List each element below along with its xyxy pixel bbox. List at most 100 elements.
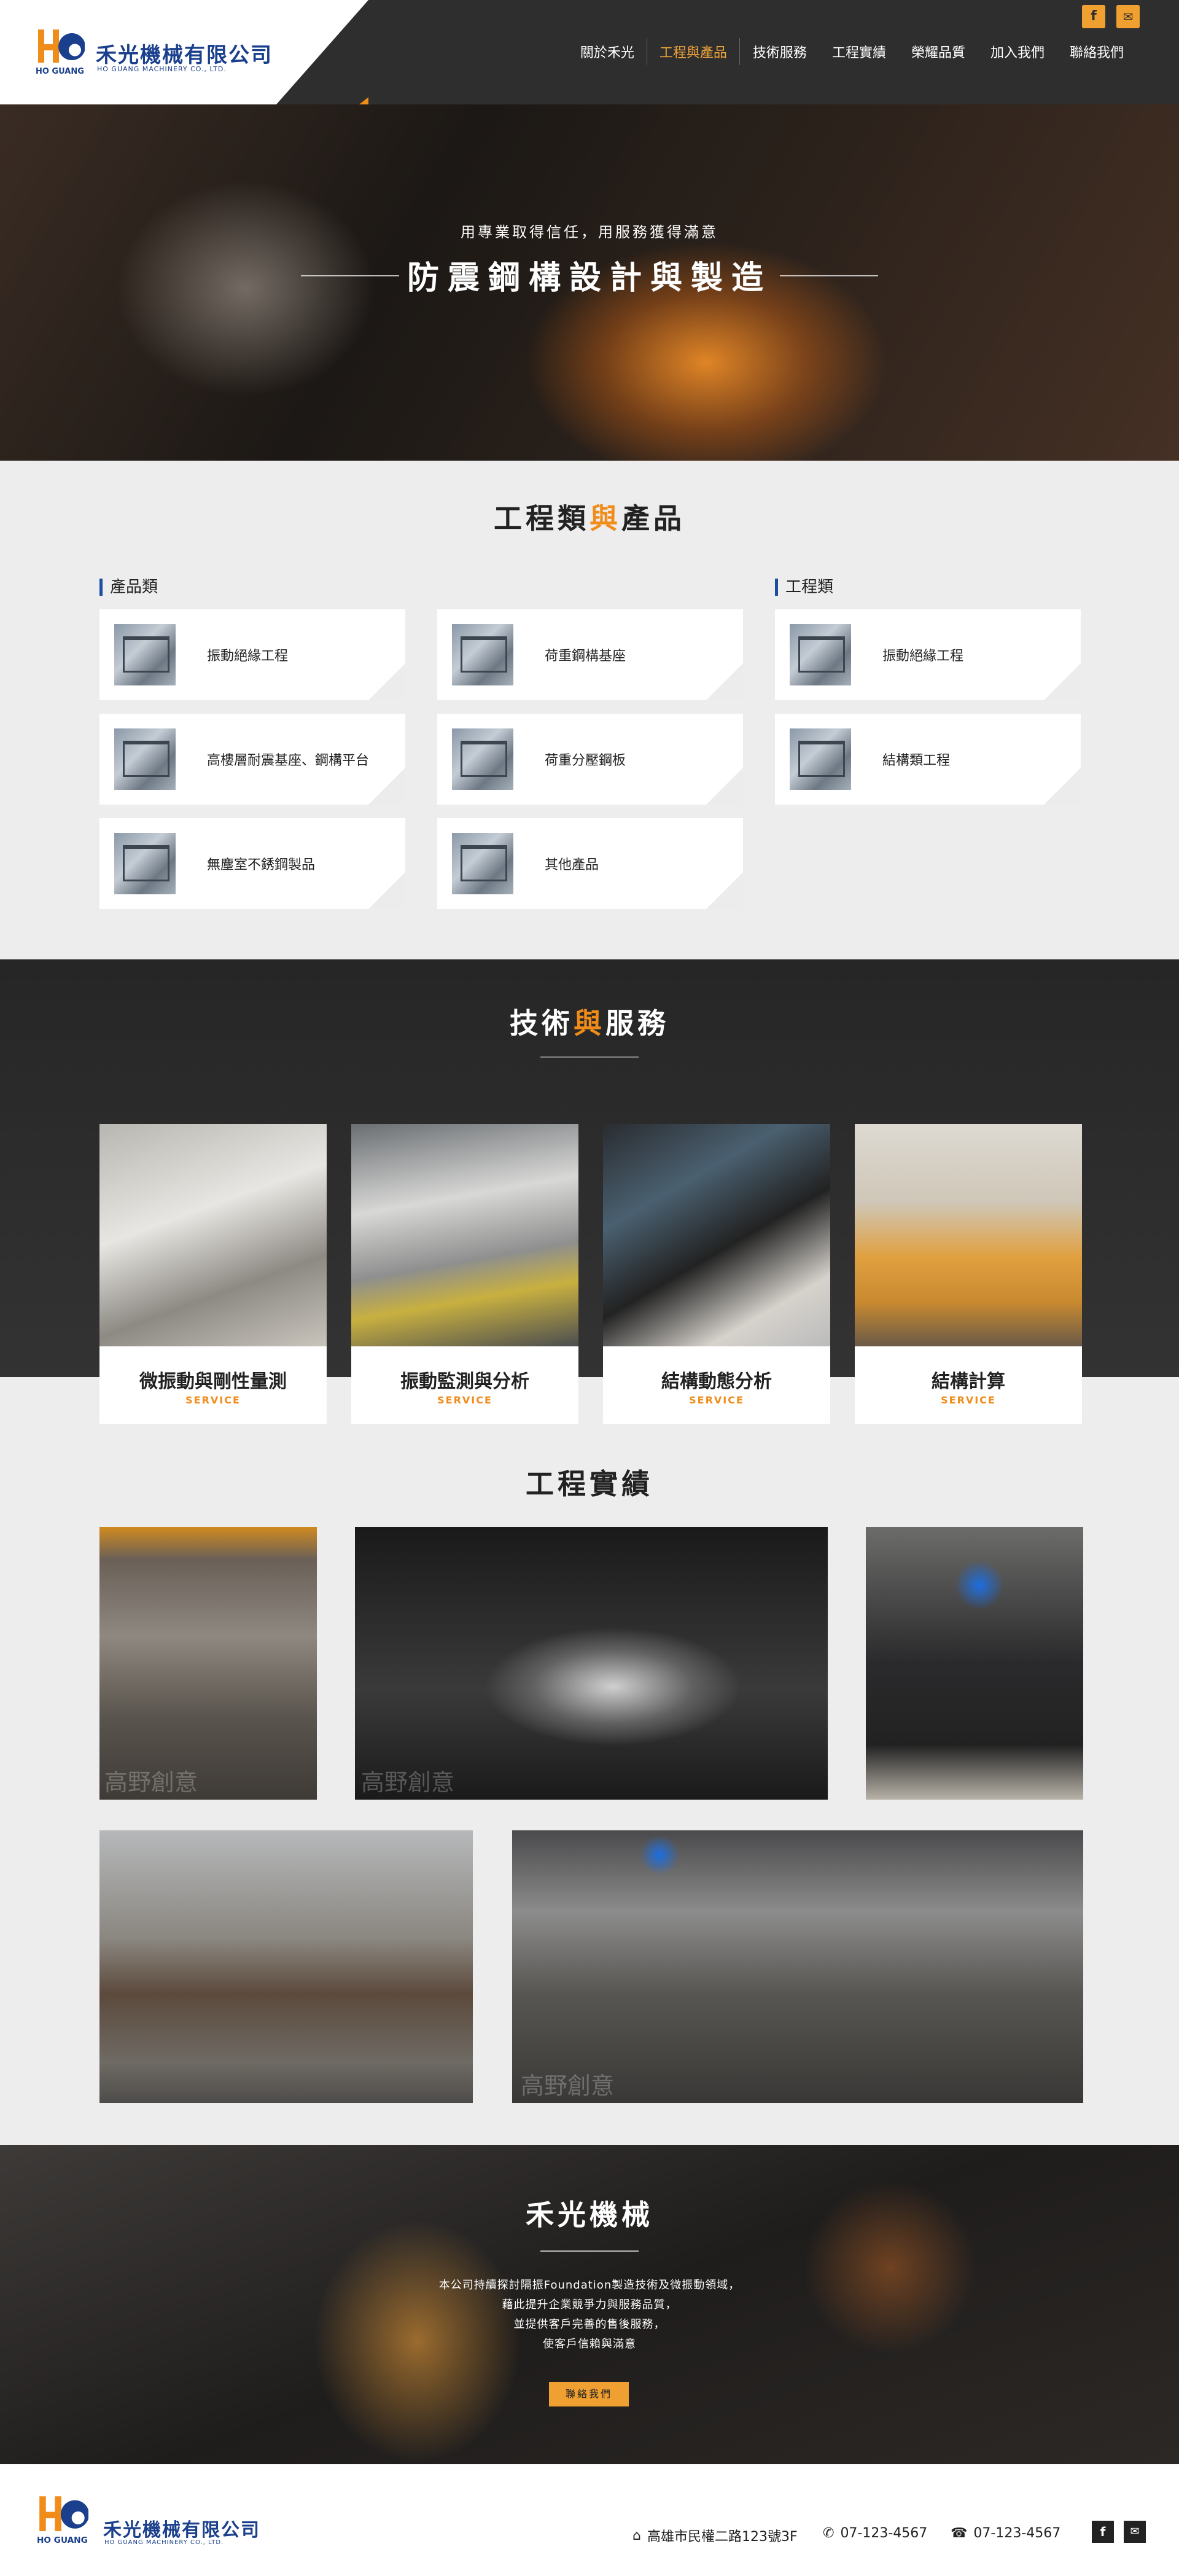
service-card[interactable]: 結構動態分析 SERVICE [603,1124,830,1424]
footer-company-name-en: HO GUANG MACHINERY CO., LTD. [104,2539,224,2546]
project-photo[interactable]: 高野創意 [99,1527,317,1800]
footer-address: ⌂ 高雄市民權二路123號3F [632,2526,798,2545]
engineering-thumbnail [790,728,851,790]
product-card[interactable]: 高樓層耐震基座、鋼構平台 [99,714,405,805]
service-title: 振動監測與分析 [400,1371,529,1392]
card-corner [368,768,405,805]
card-corner [368,872,405,909]
nav-technical-services[interactable]: 技術服務 [740,38,819,65]
about-line-1: 本公司持續探討隔振Foundation製造技術及微振動領域， [438,2279,741,2292]
main-nav: 關於禾光 工程與產品 技術服務 工程實績 榮耀品質 加入我們 聯絡我們 [567,38,1136,65]
product-thumbnail [114,833,176,894]
product-card[interactable]: 無塵室不銹鋼製品 [99,818,405,909]
home-icon: ⌂ [632,2527,641,2543]
footer-company-name: 禾光機械有限公司 [103,2519,260,2541]
service-card[interactable]: 結構計算 SERVICE [855,1124,1082,1424]
project-watermark: 高野創意 [104,1769,198,1796]
nav-engineering-products[interactable]: 工程與產品 [646,38,740,65]
service-card[interactable]: 振動監測與分析 SERVICE [351,1124,578,1424]
about-line-2: 藉此提升企業競爭力與服務品質， [502,2298,677,2311]
product-thumbnail [114,624,176,685]
card-corner [1044,663,1081,700]
product-card[interactable]: 荷重分壓鋼板 [437,714,743,805]
engineering-card-label: 振動絕緣工程 [882,649,964,664]
project-watermark: 高野創意 [361,1769,455,1796]
project-photo[interactable]: 高野創意 [355,1527,828,1800]
service-subtitle: SERVICE [185,1394,241,1406]
about-title: 禾光機械 [526,2198,653,2231]
engineering-card[interactable]: 振動絕緣工程 [775,609,1081,700]
footer-phone[interactable]: ✆ 07-123-4567 [823,2526,927,2541]
svg-text:HO GUANG: HO GUANG [36,67,84,76]
footer-fax: ☎ 07-123-4567 [951,2526,1060,2541]
project-photo[interactable] [866,1527,1083,1800]
service-title: 結構計算 [932,1371,1005,1392]
mail-icon[interactable]: ✉ [1116,5,1140,28]
product-card-label: 無塵室不銹鋼製品 [207,857,316,873]
product-card-label: 荷重鋼構基座 [545,649,626,664]
footer-logo-mark-icon[interactable]: HO GUANG [37,2485,88,2553]
service-title: 微振動與剛性量測 [139,1371,287,1392]
nav-projects[interactable]: 工程實績 [819,38,898,65]
nav-join-us[interactable]: 加入我們 [978,38,1057,65]
contact-us-button[interactable]: 聯絡我們 [549,2382,629,2406]
logo-company-name-en: HO GUANG MACHINERY CO., LTD. [97,65,227,73]
hero-subtitle: 用專業取得信任，用服務獲得滿意 [461,224,718,241]
card-corner [706,872,743,909]
logo-mark-icon[interactable]: HO GUANG [36,26,85,76]
project-photo[interactable]: 高野創意 [512,1830,1083,2103]
card-corner [706,663,743,700]
service-title: 結構動態分析 [661,1371,772,1392]
card-corner [368,663,405,700]
facebook-icon[interactable]: f [1082,5,1105,28]
product-card[interactable]: 荷重鋼構基座 [437,609,743,700]
footer-facebook-icon[interactable]: f [1092,2521,1114,2543]
engineering-category-heading: 工程類 [775,579,833,596]
footer-phone-text: 07-123-4567 [840,2526,928,2541]
projects-section-title: 工程實績 [526,1467,653,1501]
about-title-underline [540,2250,639,2252]
service-subtitle: SERVICE [689,1394,744,1406]
service-subtitle: SERVICE [941,1394,996,1406]
product-category-heading: 產品類 [99,579,158,596]
footer-fax-text: 07-123-4567 [973,2526,1061,2541]
footer-mail-icon[interactable]: ✉ [1124,2521,1146,2543]
service-image [99,1124,327,1346]
about-line-3: 並提供客戶完善的售後服務， [513,2318,666,2331]
card-corner [706,768,743,805]
project-photo[interactable] [99,1830,473,2103]
product-card-label: 振動絕緣工程 [207,649,289,664]
nav-quality[interactable]: 榮耀品質 [898,38,978,65]
hero-banner: 用專業取得信任，用服務獲得滿意 防震鋼構設計與製造 [0,104,1179,461]
nav-contact[interactable]: 聯絡我們 [1057,38,1136,65]
service-image [855,1124,1082,1346]
phone-icon: ✆ [823,2526,835,2541]
product-card-label: 高樓層耐震基座、鋼構平台 [207,753,370,768]
footer-address-text: 高雄市民權二路123號3F [647,2529,798,2545]
product-card-label: 其他產品 [545,857,599,873]
nav-about[interactable]: 關於禾光 [567,38,647,65]
products-section-title: 工程類與產品 [494,502,685,535]
tech-title-underline [540,1056,639,1058]
site-header: HO GUANG 禾光機械有限公司 HO GUANG MACHINERY CO.… [0,0,1179,104]
product-thumbnail [452,624,513,685]
service-card[interactable]: 微振動與剛性量測 SERVICE [99,1124,327,1424]
site-footer: HO GUANG 禾光機械有限公司 HO GUANG MACHINERY CO.… [0,2464,1179,2576]
hero-line-right [780,275,878,276]
hero-title: 防震鋼構設計與製造 [407,260,772,297]
engineering-card-label: 結構類工程 [882,753,951,768]
card-corner [1044,768,1081,805]
product-card[interactable]: 其他產品 [437,818,743,909]
product-card[interactable]: 振動絕緣工程 [99,609,405,700]
product-thumbnail [452,728,513,790]
engineering-card[interactable]: 結構類工程 [775,714,1081,805]
about-line-4: 使客戶信賴與滿意 [543,2338,636,2351]
engineering-thumbnail [790,624,851,685]
tech-section-title: 技術與服務 [510,1007,669,1040]
service-subtitle: SERVICE [437,1394,492,1406]
fax-icon: ☎ [951,2526,968,2541]
logo-company-name[interactable]: 禾光機械有限公司 [96,38,273,68]
product-thumbnail [114,728,176,790]
product-card-label: 荷重分壓鋼板 [545,753,626,768]
about-banner: 禾光機械 本公司持續探討隔振Foundation製造技術及微振動領域， 藉此提升… [0,2145,1179,2464]
